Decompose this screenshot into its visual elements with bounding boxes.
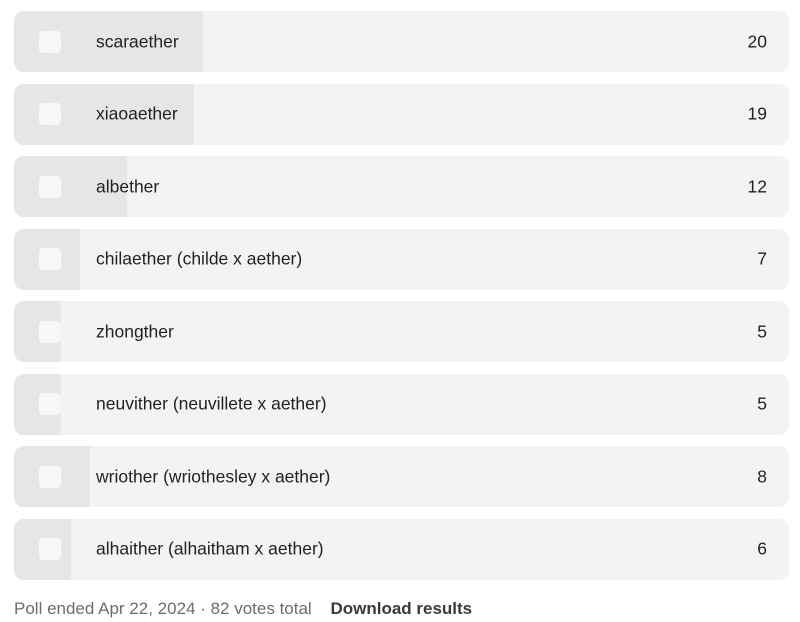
vote-count: 20 <box>747 31 767 51</box>
poll-option-neuvither[interactable]: neuvither (neuvillete x aether) 5 <box>14 373 789 435</box>
vote-count: 8 <box>757 466 767 486</box>
vote-count: 12 <box>747 176 767 196</box>
option-label: chilaether (childe x aether) <box>96 248 303 269</box>
poll-results: scaraether 20 xiaoaether 19 albether 12 … <box>14 11 789 591</box>
option-label: neuvither (neuvillete x aether) <box>96 393 327 414</box>
poll-status-text: Poll ended Apr 22, 2024 · 82 votes total <box>14 599 312 618</box>
option-checkbox[interactable] <box>39 30 61 53</box>
option-checkbox[interactable] <box>39 393 61 415</box>
vote-count: 6 <box>757 538 767 559</box>
poll-option-alhaither[interactable]: alhaither (alhaitham x aether) 6 <box>14 518 789 580</box>
vote-count: 5 <box>757 393 767 414</box>
option-checkbox[interactable] <box>39 465 61 488</box>
option-label: wriother (wriothesley x aether) <box>96 466 331 486</box>
option-checkbox[interactable] <box>39 175 61 198</box>
poll-option-chilaether[interactable]: chilaether (childe x aether) 7 <box>14 228 789 290</box>
poll-footer: Poll ended Apr 22, 2024 · 82 votes total… <box>14 597 472 621</box>
poll-option-wriother[interactable]: wriother (wriothesley x aether) 8 <box>14 446 789 507</box>
vote-count: 19 <box>747 103 767 124</box>
option-checkbox[interactable] <box>39 248 61 270</box>
option-label: zhongther <box>96 321 174 341</box>
poll-option-scaraether[interactable]: scaraether 20 <box>14 11 789 72</box>
option-checkbox[interactable] <box>39 103 61 125</box>
option-checkbox[interactable] <box>39 538 61 560</box>
option-label: alhaither (alhaitham x aether) <box>96 538 324 559</box>
option-label: scaraether <box>96 31 179 51</box>
download-results-link[interactable]: Download results <box>330 599 472 618</box>
poll-option-xiaoaether[interactable]: xiaoaether 19 <box>14 83 789 145</box>
option-checkbox[interactable] <box>39 320 61 343</box>
option-label: xiaoaether <box>96 103 178 124</box>
poll-option-zhongther[interactable]: zhongther 5 <box>14 301 789 362</box>
poll-option-albether[interactable]: albether 12 <box>14 156 789 217</box>
option-label: albether <box>96 176 160 196</box>
vote-count: 7 <box>757 248 767 269</box>
vote-count: 5 <box>757 321 767 341</box>
